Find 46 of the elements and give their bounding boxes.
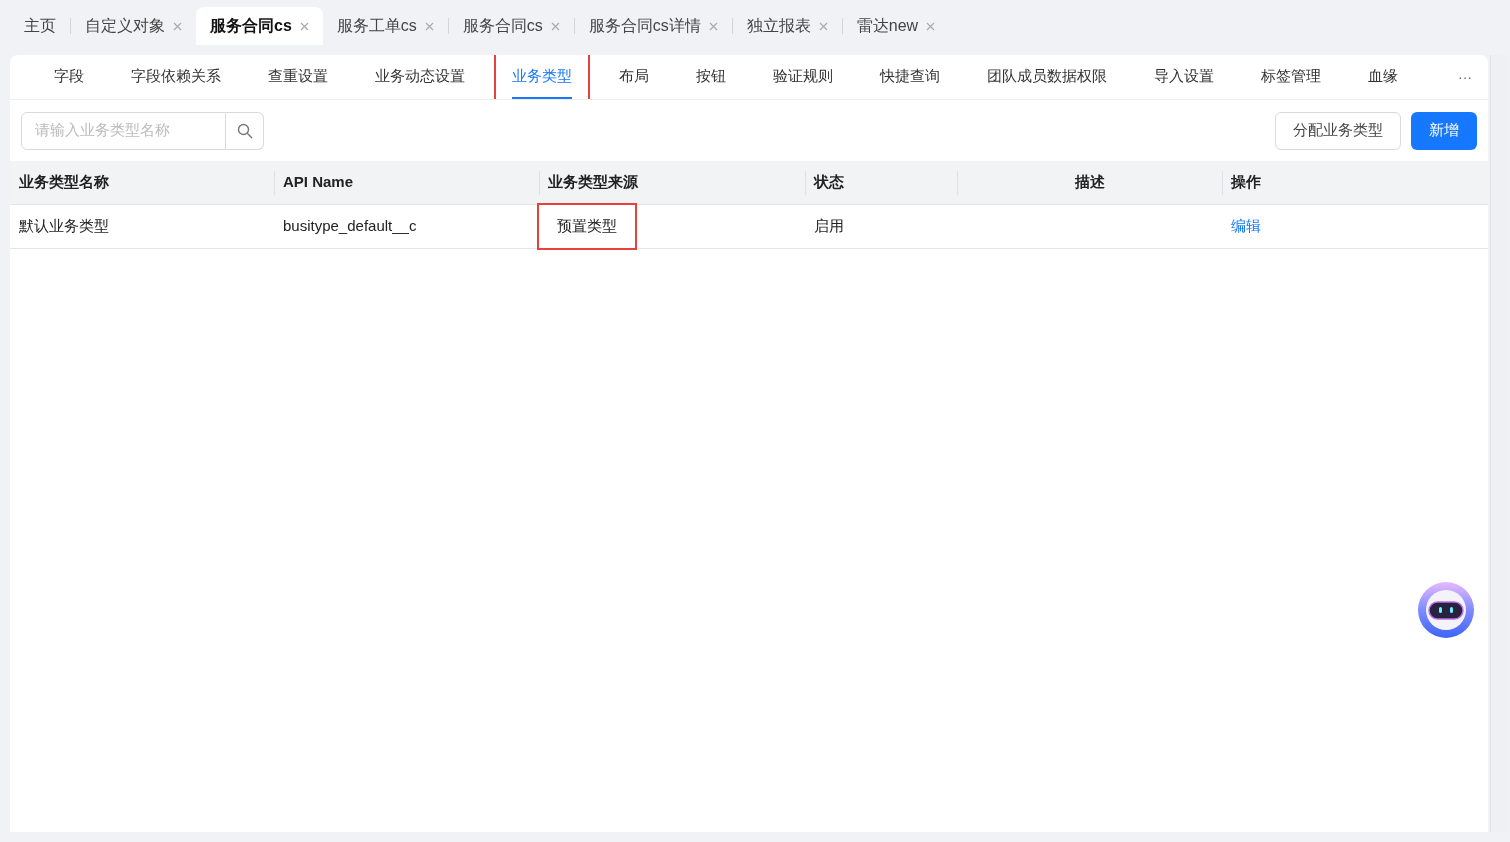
search-field[interactable]: 请输入业务类型名称 <box>21 111 226 150</box>
table-cell-text: busitype_default__c <box>283 216 417 237</box>
page-tab[interactable]: 服务工单cs <box>322 7 448 45</box>
search-button[interactable] <box>226 111 264 150</box>
settings-tab[interactable]: 血缘 <box>1368 55 1398 99</box>
column-header: 业务类型名称 <box>19 172 109 193</box>
column-header: 操作 <box>1231 172 1261 193</box>
settings-tab[interactable]: 查重设置 <box>268 55 328 99</box>
page-tab[interactable]: 自定义对象 <box>71 7 196 45</box>
close-icon[interactable] <box>708 21 718 31</box>
column-header: 描述 <box>1074 172 1105 193</box>
settings-tab[interactable]: 标签管理 <box>1261 55 1321 99</box>
table-cell-text: 启用 <box>814 216 844 237</box>
column-header: API Name <box>283 172 354 193</box>
settings-tab[interactable]: 快捷查询 <box>880 55 940 99</box>
page-tab[interactable]: 服务合同cs <box>448 7 574 45</box>
close-icon[interactable] <box>299 21 309 31</box>
settings-tab[interactable]: 按钮 <box>696 55 726 99</box>
page-tab[interactable]: 雷达new <box>842 7 950 45</box>
table-cell-text: 默认业务类型 <box>19 216 109 237</box>
search-icon <box>236 122 253 139</box>
page-tab[interactable]: 主页 <box>10 7 70 45</box>
settings-tab[interactable]: 业务类型 <box>512 55 572 99</box>
settings-tab[interactable]: 字段依赖关系 <box>131 55 221 99</box>
close-icon[interactable] <box>173 21 182 31</box>
close-icon[interactable] <box>424 21 434 31</box>
more-button[interactable]: ··· <box>1442 55 1488 99</box>
settings-tab[interactable]: 业务动态设置 <box>375 55 465 99</box>
close-icon[interactable] <box>926 21 936 31</box>
settings-tab[interactable]: 字段 <box>54 55 84 99</box>
highlighted-cell: 预置类型 <box>537 203 637 250</box>
page-tab[interactable]: 独立报表 <box>732 7 842 45</box>
edit-link[interactable]: 编辑 <box>1231 215 1261 238</box>
settings-tab[interactable]: 导入设置 <box>1154 55 1214 99</box>
close-icon[interactable] <box>550 21 560 31</box>
settings-tab[interactable]: 验证规则 <box>773 55 833 99</box>
robot-assistant-icon[interactable] <box>1416 580 1476 640</box>
column-header: 业务类型来源 <box>548 172 638 193</box>
settings-tab[interactable]: 团队成员数据权限 <box>987 55 1107 99</box>
page-tab[interactable]: 服务合同cs <box>196 7 323 45</box>
add-button[interactable]: 新增 <box>1411 111 1477 150</box>
close-icon[interactable] <box>818 21 828 31</box>
page-tab[interactable]: 服务合同cs详情 <box>574 7 732 45</box>
column-header: 状态 <box>814 172 844 193</box>
assign-button[interactable]: 分配业务类型 <box>1275 111 1401 150</box>
settings-tab[interactable]: 布局 <box>619 55 649 99</box>
